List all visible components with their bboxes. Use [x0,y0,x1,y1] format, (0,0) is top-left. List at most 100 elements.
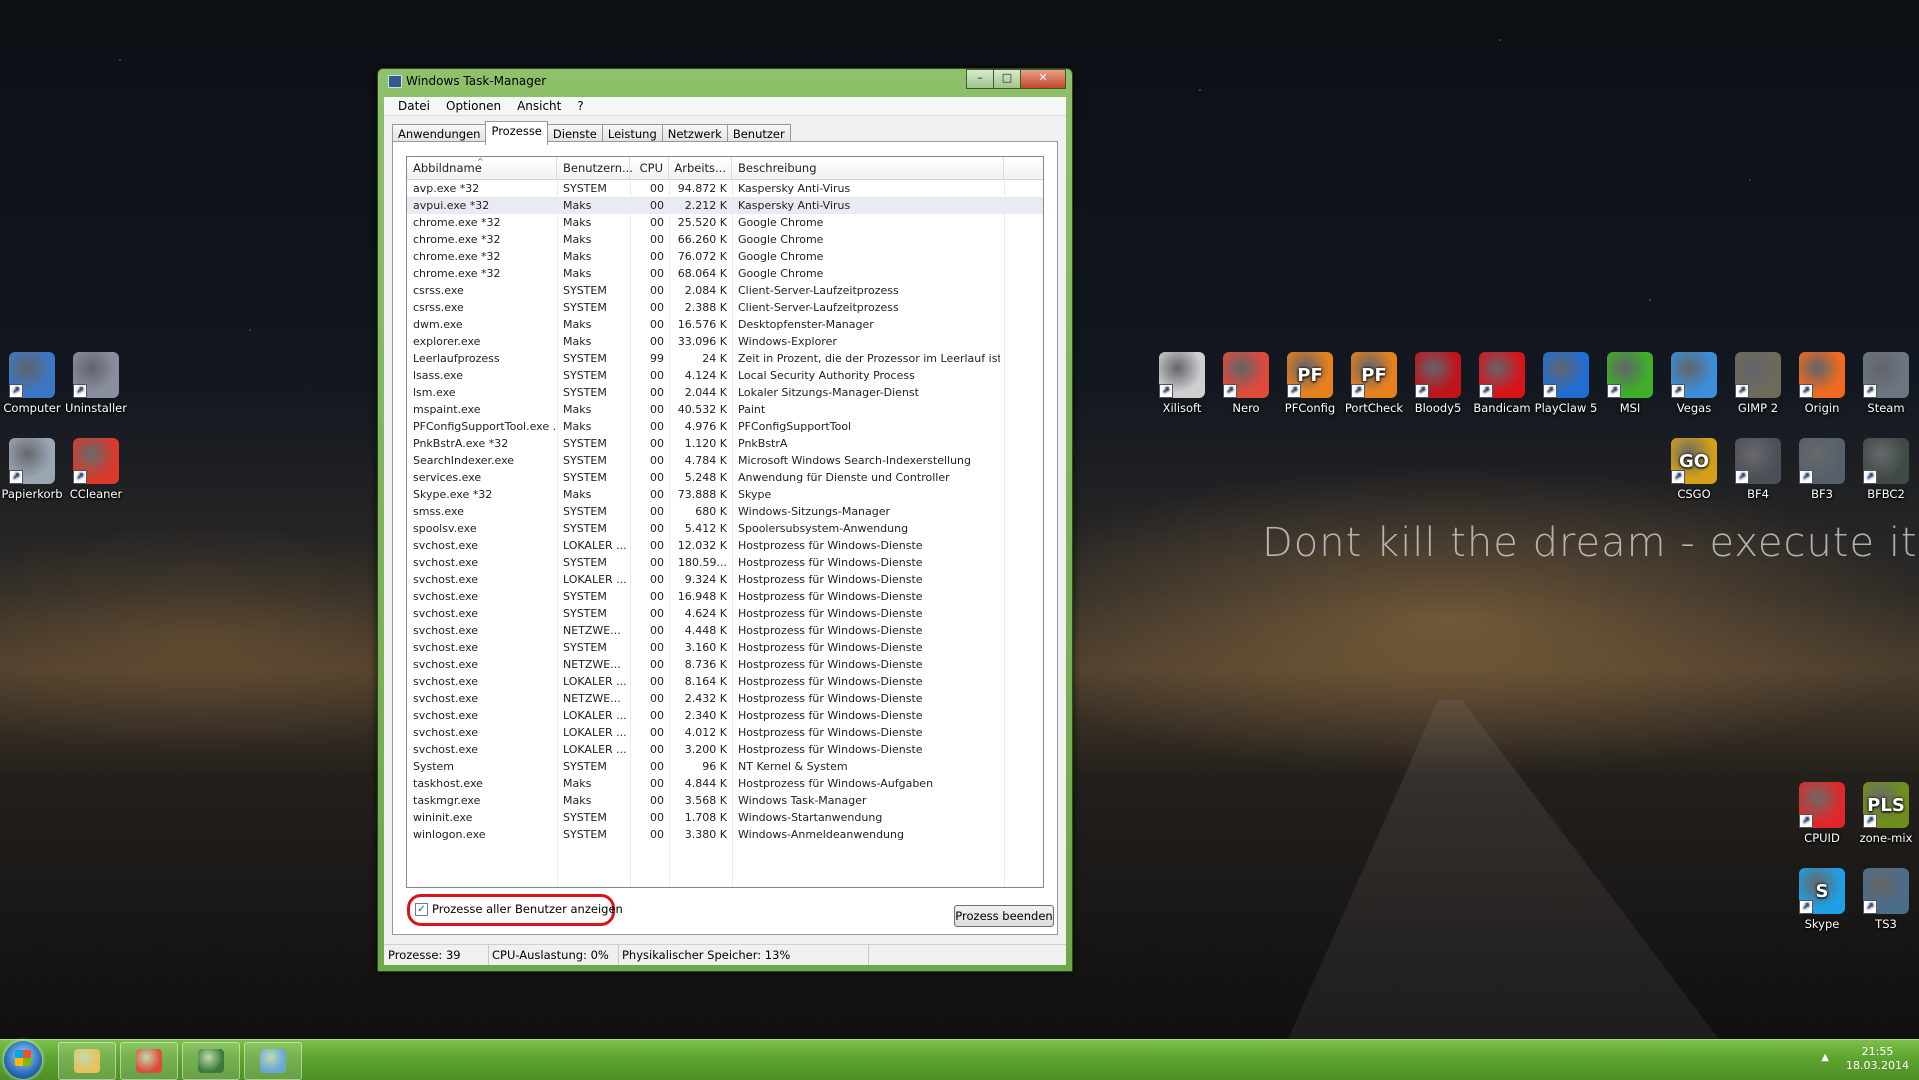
desktop-shortcut[interactable]: ↗ CPUID [1786,782,1858,845]
menu-datei[interactable]: Datei [390,99,438,113]
desktop-shortcut[interactable]: ↗ Bloody5 [1402,352,1474,415]
cell-user-name: Maks [563,420,592,433]
desktop-shortcut[interactable]: ↗ Papierkorb [0,438,68,501]
column-description[interactable]: Beschreibung [732,157,1004,179]
desktop-shortcut[interactable]: ↗ Vegas [1658,352,1730,415]
table-row[interactable]: csrss.exe SYSTEM 00 2.084 K Client-Server-La… [407,282,1043,299]
table-row[interactable]: taskhost.exe Maks 00 4.844 K Hostprozess für… [407,775,1043,792]
table-row[interactable]: chrome.exe *32 Maks 00 68.064 K Google Chrom… [407,265,1043,282]
start-button[interactable] [4,1041,42,1079]
maximize-button[interactable]: □ [993,69,1021,89]
table-row[interactable]: Leerlaufprozess SYSTEM 99 24 K Zeit in Proze… [407,350,1043,367]
desktop-shortcut[interactable]: ↗ MSI [1594,352,1666,415]
desktop-shortcut[interactable]: ↗ Bandicam [1466,352,1538,415]
table-row[interactable]: svchost.exe SYSTEM 00 16.948 K Hostprozess f… [407,588,1043,605]
desktop-shortcut[interactable]: ↗ CCleaner [60,438,132,501]
desktop-shortcut[interactable]: S ↗ Skype [1786,868,1858,931]
desktop-shortcut[interactable]: ↗ Origin [1786,352,1858,415]
table-row[interactable]: PnkBstrA.exe *32 SYSTEM 00 1.120 K PnkBstrA [407,435,1043,452]
cell-user-name: Maks [563,250,592,263]
show-all-users-checkbox[interactable]: ✓ Prozesse aller Benutzer anzeigen [415,902,623,916]
desktop-shortcut[interactable]: PF ↗ PortCheck [1338,352,1410,415]
process-list-header: Abbildname ^ Benutzern... CPU Arbeits... … [407,157,1043,180]
desktop-shortcut[interactable]: ↗ BF4 [1722,438,1794,501]
table-row[interactable]: chrome.exe *32 Maks 00 76.072 K Google Chrom… [407,248,1043,265]
minimize-button[interactable]: – [966,69,994,89]
desktop-shortcut[interactable]: ↗ Xilisoft [1146,352,1218,415]
table-row[interactable]: svchost.exe NETZWE... 00 2.432 K Hostprozess… [407,690,1043,707]
title-bar[interactable]: Windows Task-Manager – □ ✕ [378,69,1072,93]
table-row[interactable]: Skype.exe *32 Maks 00 73.888 K Skype [407,486,1043,503]
shortcut-arrow-icon: ↗ [1159,384,1173,398]
table-row[interactable]: svchost.exe LOKALER ... 00 9.324 K Hostproze… [407,571,1043,588]
taskbar-button-explorer[interactable] [58,1042,116,1080]
table-row[interactable]: svchost.exe LOKALER ... 00 8.164 K Hostproze… [407,673,1043,690]
table-row[interactable]: chrome.exe *32 Maks 00 25.520 K Google Chrom… [407,214,1043,231]
table-row[interactable]: avp.exe *32 SYSTEM 00 94.872 K Kaspersky Ant… [407,180,1043,197]
close-button[interactable]: ✕ [1020,69,1066,89]
desktop-shortcut[interactable]: PF ↗ PFConfig [1274,352,1346,415]
cell-working-set: 180.59... [678,556,727,569]
desktop-shortcut[interactable]: ↗ Steam [1850,352,1919,415]
tab-prozesse[interactable]: Prozesse [485,121,548,145]
shortcut-arrow-icon: ↗ [1863,470,1877,484]
column-image-name[interactable]: Abbildname ^ [407,157,557,179]
menu-ansicht[interactable]: Ansicht [509,99,569,113]
taskbar-button-taskmgr[interactable] [182,1042,240,1080]
checkbox-check-icon[interactable]: ✓ [415,902,428,916]
column-cpu[interactable]: CPU [630,157,669,179]
table-row[interactable]: avpui.exe *32 Maks 00 2.212 K Kaspersky Anti… [407,197,1043,214]
table-row[interactable]: spoolsv.exe SYSTEM 00 5.412 K Spoolersubsyst… [407,520,1043,537]
table-row[interactable]: svchost.exe SYSTEM 00 180.59... Hostprozess … [407,554,1043,571]
table-row[interactable]: lsm.exe SYSTEM 00 2.044 K Lokaler Sitzungs-M… [407,384,1043,401]
table-row[interactable]: wininit.exe SYSTEM 00 1.708 K Windows-Starta… [407,809,1043,826]
column-working-set[interactable]: Arbeits... [669,157,732,179]
table-row[interactable]: csrss.exe SYSTEM 00 2.388 K Client-Server-La… [407,299,1043,316]
table-row[interactable]: svchost.exe LOKALER ... 00 3.200 K Hostproze… [407,741,1043,758]
shortcut-arrow-icon: ↗ [1863,384,1877,398]
task-manager-window[interactable]: Windows Task-Manager – □ ✕ Datei Optione… [377,68,1073,972]
desktop-shortcut[interactable]: ↗ Nero [1210,352,1282,415]
table-row[interactable]: svchost.exe LOKALER ... 00 12.032 K Hostproz… [407,537,1043,554]
taskbar-button-chrome[interactable] [120,1042,178,1080]
table-row[interactable]: dwm.exe Maks 00 16.576 K Desktopfenster-Mana… [407,316,1043,333]
table-row[interactable]: services.exe SYSTEM 00 5.248 K Anwendung für… [407,469,1043,486]
cell-cpu: 00 [650,675,664,688]
desktop-shortcut[interactable]: ↗ TS3 [1850,868,1919,931]
desktop-shortcut[interactable]: ↗ PlayClaw 5 [1530,352,1602,415]
desktop-shortcut[interactable]: PLS ↗ zone-mix [1850,782,1919,845]
menu-help[interactable]: ? [569,99,591,113]
process-list[interactable]: Abbildname ^ Benutzern... CPU Arbeits... … [406,156,1044,888]
end-process-button[interactable]: Prozess beenden [954,905,1054,927]
table-row[interactable]: svchost.exe LOKALER ... 00 4.012 K Hostproze… [407,724,1043,741]
desktop-shortcut[interactable]: ↗ BFBC2 [1850,438,1919,501]
desktop-shortcut[interactable]: ↗ BF3 [1786,438,1858,501]
table-row[interactable]: SearchIndexer.exe SYSTEM 00 4.784 K Microsof… [407,452,1043,469]
table-row[interactable]: svchost.exe NETZWE... 00 4.448 K Hostprozess… [407,622,1043,639]
taskbar-button-paint[interactable] [244,1042,302,1080]
clock-date: 18.03.2014 [1846,1059,1909,1072]
table-row[interactable]: svchost.exe LOKALER ... 00 2.340 K Hostproze… [407,707,1043,724]
table-row[interactable]: explorer.exe Maks 00 33.096 K Windows-Explor… [407,333,1043,350]
table-row[interactable]: svchost.exe SYSTEM 00 4.624 K Hostprozess fü… [407,605,1043,622]
cell-working-set: 3.160 K [684,641,727,654]
show-hidden-icons-icon[interactable]: ▲ [1821,1052,1829,1063]
table-row[interactable]: taskmgr.exe Maks 00 3.568 K Windows Task-Man… [407,792,1043,809]
desktop-shortcut[interactable]: ↗ Uninstaller [60,352,132,415]
table-row[interactable]: System SYSTEM 00 96 K NT Kernel & System [407,758,1043,775]
table-row[interactable]: mspaint.exe Maks 00 40.532 K Paint [407,401,1043,418]
table-row[interactable]: smss.exe SYSTEM 00 680 K Windows-Sitzungs-Ma… [407,503,1043,520]
table-row[interactable]: svchost.exe NETZWE... 00 8.736 K Hostprozess… [407,656,1043,673]
table-row[interactable]: svchost.exe SYSTEM 00 3.160 K Hostprozess fü… [407,639,1043,656]
column-user-name[interactable]: Benutzern... [557,157,633,179]
table-row[interactable]: PFConfigSupportTool.exe ... Maks 00 4.976 K… [407,418,1043,435]
table-row[interactable]: chrome.exe *32 Maks 00 66.260 K Google Chrom… [407,231,1043,248]
table-row[interactable]: winlogon.exe SYSTEM 00 3.380 K Windows-Anmel… [407,826,1043,843]
menu-optionen[interactable]: Optionen [438,99,509,113]
system-clock[interactable]: 21:55 18.03.2014 [1846,1045,1909,1073]
desktop-shortcut[interactable]: ↗ GIMP 2 [1722,352,1794,415]
cell-description: Hostprozess für Windows-Dienste [738,573,923,586]
table-row[interactable]: lsass.exe SYSTEM 00 4.124 K Local Security A… [407,367,1043,384]
desktop-shortcut[interactable]: ↗ Computer [0,352,68,415]
desktop-shortcut[interactable]: GO ↗ CSGO [1658,438,1730,501]
